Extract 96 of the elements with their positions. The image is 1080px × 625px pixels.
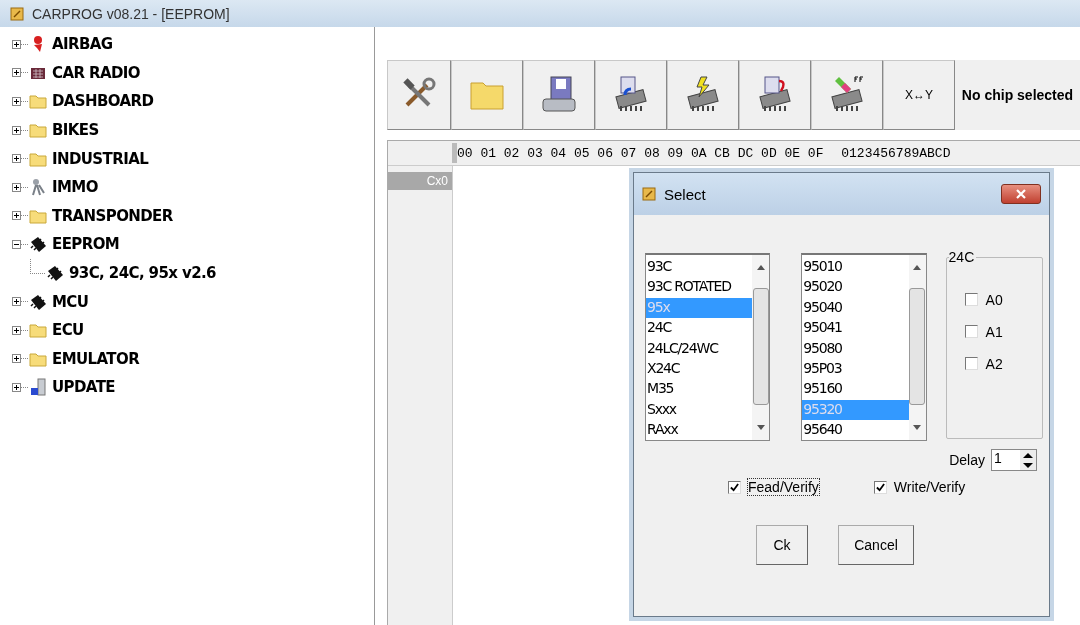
list-item[interactable]: 95041 bbox=[802, 318, 909, 339]
list-item[interactable]: M35 bbox=[646, 379, 753, 400]
list-item[interactable]: 93C bbox=[646, 257, 753, 278]
tree-item[interactable]: CAR RADIO bbox=[52, 63, 140, 82]
app-icon bbox=[642, 187, 656, 201]
close-button[interactable] bbox=[1001, 184, 1041, 204]
checkbox-label: A2 bbox=[985, 355, 1003, 372]
list-item[interactable]: 95640 bbox=[802, 420, 909, 441]
swap-button[interactable]: X↔Y bbox=[883, 60, 955, 130]
read-button[interactable] bbox=[595, 60, 667, 130]
column-header: 0F bbox=[807, 145, 825, 161]
tree-item[interactable]: IMMO bbox=[52, 178, 98, 197]
checkbox-label: A1 bbox=[985, 323, 1003, 340]
expand-toggle[interactable] bbox=[12, 297, 21, 307]
checkbox[interactable] bbox=[964, 357, 978, 370]
column-header: 02 bbox=[503, 145, 521, 161]
column-header: 01 bbox=[480, 145, 497, 161]
expand-toggle[interactable] bbox=[12, 68, 21, 78]
tree-item[interactable]: TRANSPONDER bbox=[52, 206, 173, 225]
column-header: 05 bbox=[573, 145, 591, 161]
tree-item[interactable]: MCU bbox=[52, 292, 89, 311]
tools-button[interactable] bbox=[387, 60, 451, 130]
ascii-header: 0123456789ABCD bbox=[841, 145, 951, 161]
checkbox[interactable] bbox=[964, 293, 978, 306]
list-item[interactable]: 95010 bbox=[802, 257, 909, 278]
column-header: 0A bbox=[690, 145, 708, 161]
tree-item[interactable]: ECU bbox=[52, 321, 84, 340]
expand-toggle[interactable] bbox=[12, 154, 21, 164]
checkbox[interactable] bbox=[964, 325, 978, 338]
ok-button[interactable]: Ck bbox=[756, 525, 808, 565]
tree-item[interactable]: AIRBAG bbox=[52, 35, 113, 54]
delay-spinner[interactable]: 1 bbox=[991, 449, 1037, 471]
expand-toggle[interactable] bbox=[12, 325, 21, 335]
expand-toggle[interactable] bbox=[12, 182, 21, 192]
write-button[interactable] bbox=[667, 60, 739, 130]
column-header: DC bbox=[737, 145, 755, 161]
column-header: CB bbox=[714, 145, 731, 161]
checkbox-label: Write/Verify bbox=[893, 479, 966, 495]
list-item[interactable]: 95020 bbox=[802, 277, 909, 298]
list-item[interactable]: 24C bbox=[646, 318, 753, 339]
verify-button[interactable] bbox=[739, 60, 811, 130]
tree-item[interactable]: BIKES bbox=[52, 121, 99, 140]
expand-toggle[interactable] bbox=[12, 97, 21, 106]
cursor-marker bbox=[452, 143, 457, 163]
scrollbar[interactable] bbox=[908, 255, 926, 440]
column-header: 00 bbox=[457, 145, 474, 161]
list-item[interactable]: 93C ROTATED bbox=[646, 277, 753, 298]
list-item[interactable]: 95P03 bbox=[802, 358, 909, 380]
expand-toggle[interactable] bbox=[12, 382, 21, 392]
checkbox[interactable] bbox=[728, 480, 741, 494]
expand-toggle[interactable] bbox=[12, 39, 21, 49]
tree-item[interactable]: UPDATE bbox=[52, 378, 115, 397]
column-header: 0E bbox=[784, 145, 802, 161]
dialog-title: Select bbox=[664, 185, 707, 203]
delay-label: Delay bbox=[949, 452, 985, 468]
column-header: 04 bbox=[550, 145, 568, 161]
tree-item[interactable]: EEPROM bbox=[52, 235, 120, 254]
computer-icon bbox=[28, 377, 48, 398]
tree-item[interactable]: 93C, 24C, 95x v2.6 bbox=[69, 264, 216, 283]
scrollbar[interactable] bbox=[752, 255, 770, 440]
column-header: 08 bbox=[644, 145, 661, 161]
list-item[interactable]: Sxxx bbox=[646, 399, 753, 421]
list-item[interactable]: RAxx bbox=[646, 420, 753, 441]
list-item[interactable]: 95160 bbox=[802, 379, 909, 400]
list-item[interactable]: X24C bbox=[646, 358, 753, 380]
app-icon bbox=[10, 6, 24, 21]
column-header: 07 bbox=[620, 145, 638, 161]
cancel-button[interactable]: Cancel bbox=[838, 525, 914, 565]
expand-toggle[interactable] bbox=[12, 354, 21, 364]
group-title: 24C bbox=[948, 249, 977, 265]
column-header: 09 bbox=[667, 145, 685, 161]
address-label: Cx0 bbox=[388, 172, 452, 190]
tree-item[interactable]: EMULATOR bbox=[52, 349, 140, 368]
tree-item[interactable]: DASHBOARD bbox=[52, 92, 154, 111]
list-item[interactable]: 95080 bbox=[802, 338, 909, 359]
chip-icon bbox=[28, 234, 48, 255]
checkbox-label: A0 bbox=[985, 291, 1003, 308]
chip-status: No chip selected bbox=[960, 86, 1075, 105]
chip-icon bbox=[45, 263, 65, 284]
list-item[interactable]: 24LC/24WC bbox=[646, 338, 753, 359]
column-header: 06 bbox=[597, 145, 614, 161]
expand-toggle[interactable] bbox=[12, 239, 21, 249]
column-header: 0D bbox=[761, 145, 778, 161]
expand-toggle[interactable] bbox=[12, 125, 21, 135]
checkbox[interactable] bbox=[873, 480, 887, 494]
folder-button[interactable] bbox=[451, 60, 523, 130]
tree-item[interactable]: INDUSTRIAL bbox=[52, 149, 149, 168]
checkbox-label: Fead/Verify bbox=[748, 479, 819, 495]
list-item[interactable]: 95040 bbox=[802, 297, 909, 319]
window-title: CARPROG v08.21 - [EEPROM] bbox=[32, 5, 230, 22]
floppy-icon bbox=[539, 75, 579, 115]
expand-toggle[interactable] bbox=[12, 211, 21, 221]
close-icon bbox=[1016, 189, 1026, 199]
save-button[interactable] bbox=[523, 60, 595, 130]
column-header: 03 bbox=[527, 145, 544, 161]
erase-button[interactable] bbox=[811, 60, 883, 130]
